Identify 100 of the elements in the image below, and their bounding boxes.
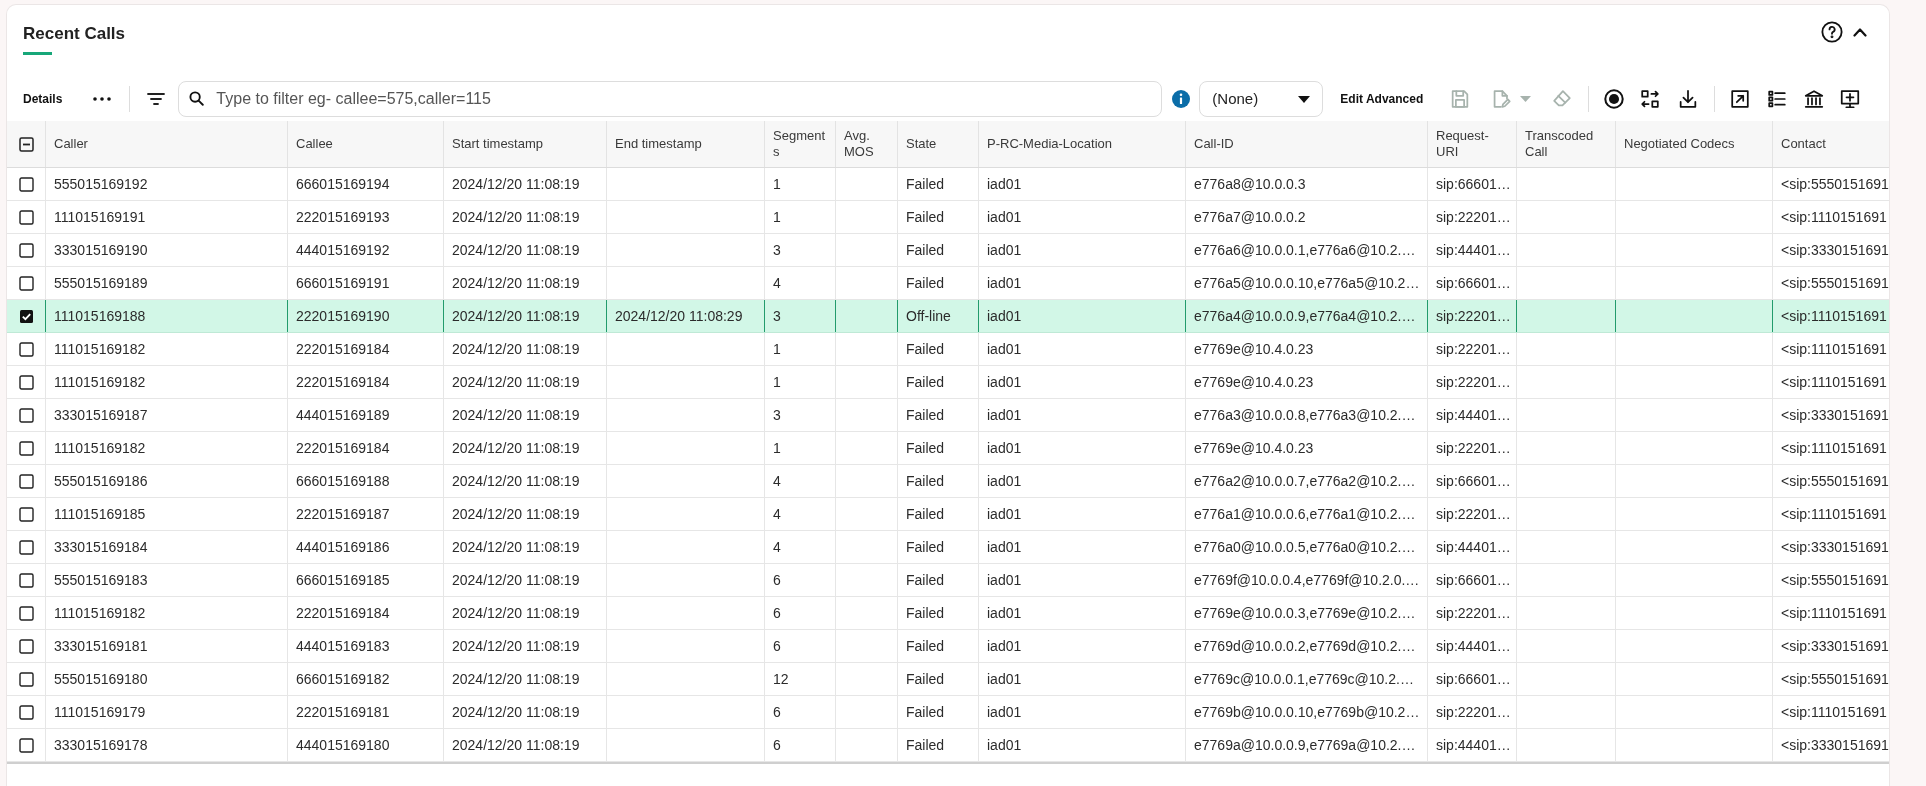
table-cell-text: 333015169181 xyxy=(54,636,148,656)
table-row[interactable]: 555015169183 666015169185 2024/12/20 11:08:19 6 Failed iad01 e7769f@10.0.0.4,e7769f@10.2.0.… sip:66601… <sip:5550151691 xyxy=(7,564,1889,597)
row-checkbox[interactable] xyxy=(18,308,34,324)
table-cell-text: sip:44401… xyxy=(1436,537,1511,557)
table-cell-text: Failed xyxy=(906,669,945,689)
table-cell-text: Failed xyxy=(906,339,945,359)
table-row[interactable]: 111015169182 222015169184 2024/12/20 11:08:19 1 Failed iad01 e7769e@10.4.0.23 sip:22201… <sip:1110151691 xyxy=(7,366,1889,399)
column-header[interactable]: Caller xyxy=(54,136,88,152)
filter-field[interactable]: Type to filter eg- callee=575,caller=115 xyxy=(178,81,1163,117)
table-cell-text: e776a5@10.0.0.10,e776a5@10.2… xyxy=(1194,273,1420,293)
table-row[interactable]: 111015169191 222015169193 2024/12/20 11:08:19 1 Failed iad01 e776a7@10.0.0.2 sip:22201… <sip:1110151691 xyxy=(7,201,1889,234)
help-icon[interactable] xyxy=(1821,21,1843,43)
column-header[interactable]: State xyxy=(906,136,937,152)
table-cell-text: 2024/12/20 11:08:19 xyxy=(452,669,580,689)
row-checkbox[interactable] xyxy=(18,209,34,225)
info-icon[interactable] xyxy=(1172,90,1191,108)
row-checkbox[interactable] xyxy=(18,737,34,753)
column-header[interactable]: Contact xyxy=(1781,136,1826,152)
table-cell-text: iad01 xyxy=(987,636,1022,656)
row-checkbox[interactable] xyxy=(18,539,34,555)
arrow-box-icon xyxy=(1729,88,1752,110)
table-row[interactable]: 555015169192 666015169194 2024/12/20 11:08:19 1 Failed iad01 e776a8@10.0.0.3 sip:66601… <sip:5550151691 xyxy=(7,168,1889,201)
table-cell-text: Failed xyxy=(906,207,945,227)
table-cell-text: iad01 xyxy=(987,537,1022,557)
table-row[interactable]: 555015169180 666015169182 2024/12/20 11:08:19 12 Failed iad01 e7769c@10.0.0.1,e7769c@10.2.… sip:66601… <sip:5550151691 xyxy=(7,663,1889,696)
table-cell-text: 222015169193 xyxy=(296,207,390,227)
table-row[interactable]: 333015169184 444015169186 2024/12/20 11:08:19 4 Failed iad01 e776a0@10.0.0.5,e776a0@10.2.… sip:44401… <sip:3330151691 xyxy=(7,531,1889,564)
table-cell-text: iad01 xyxy=(987,372,1022,392)
column-header[interactable]: Start timestamp xyxy=(452,136,544,152)
table-row[interactable]: 111015169182 222015169184 2024/12/20 11:08:19 1 Failed iad01 e7769e@10.4.0.23 sip:22201… <sip:1110151691 xyxy=(7,432,1889,465)
table-cell-text: iad01 xyxy=(987,669,1022,689)
row-checkbox[interactable] xyxy=(18,341,34,357)
row-checkbox[interactable] xyxy=(18,374,34,390)
row-checkbox[interactable] xyxy=(18,275,34,291)
row-checkbox[interactable] xyxy=(18,176,34,192)
table-cell-text: e776a8@10.0.0.3 xyxy=(1194,174,1306,194)
record-button[interactable] xyxy=(1602,87,1627,111)
column-header[interactable]: Call-ID xyxy=(1194,136,1234,152)
row-checkbox[interactable] xyxy=(18,506,34,522)
table-cell-text: 3 xyxy=(773,306,781,326)
column-header[interactable]: Request-URI xyxy=(1436,128,1508,160)
column-header[interactable]: End timestamp xyxy=(615,136,702,152)
table-cell-text: 2024/12/20 11:08:29 xyxy=(615,306,743,326)
table-cell-text: 111015169182 xyxy=(54,339,146,359)
table-row[interactable]: 333015169187 444015169189 2024/12/20 11:08:19 3 Failed iad01 e776a3@10.0.0.8,e776a3@10.2.… sip:44401… <sip:3330151691 xyxy=(7,399,1889,432)
row-checkbox[interactable] xyxy=(18,671,34,687)
list-icon xyxy=(1766,88,1789,110)
table-row[interactable]: 555015169186 666015169188 2024/12/20 11:08:19 4 Failed iad01 e776a2@10.0.0.7,e776a2@10.2.… sip:66601… <sip:5550151691 xyxy=(7,465,1889,498)
table-cell-text: 2024/12/20 11:08:19 xyxy=(452,504,580,524)
column-header[interactable]: Segments xyxy=(773,128,827,160)
record-icon xyxy=(1603,88,1626,110)
table-cell-text: 444015169192 xyxy=(296,240,390,260)
table-row[interactable]: 333015169178 444015169180 2024/12/20 11:08:19 6 Failed iad01 e7769a@10.0.0.9,e7769a@10.2.… sip:44401… <sip:3330151691 xyxy=(7,729,1889,762)
table-cell-text: 333015169178 xyxy=(54,735,148,755)
column-header[interactable]: Callee xyxy=(296,136,333,152)
column-header[interactable]: Transcoded Call xyxy=(1525,128,1607,160)
table-cell-text: 6 xyxy=(773,735,781,755)
table-cell-text: e776a3@10.0.0.8,e776a3@10.2.… xyxy=(1194,405,1416,425)
row-checkbox[interactable] xyxy=(18,572,34,588)
table-cell-text: <sip:3330151691 xyxy=(1781,537,1889,557)
row-checkbox[interactable] xyxy=(18,407,34,423)
table-row[interactable]: 555015169189 666015169191 2024/12/20 11:08:19 4 Failed iad01 e776a5@10.0.0.10,e776a5@10.2… sip:66601… <sip:5550151691 xyxy=(7,267,1889,300)
column-header[interactable]: Avg. MOS xyxy=(844,128,889,160)
table-cell-text: 2024/12/20 11:08:19 xyxy=(452,273,580,293)
table-cell-text: 222015169190 xyxy=(296,306,390,326)
table-cell-text: e776a0@10.0.0.5,e776a0@10.2.… xyxy=(1194,537,1416,557)
table-cell-text: 555015169192 xyxy=(54,174,148,194)
table-row[interactable]: 333015169181 444015169183 2024/12/20 11:08:19 6 Failed iad01 e7769d@10.0.0.2,e7769d@10.2.… sip:44401… <sip:3330151691 xyxy=(7,630,1889,663)
table-row[interactable]: 111015169179 222015169181 2024/12/20 11:08:19 6 Failed iad01 e7769b@10.0.0.10,e7769b@10.2… sip:22201… <sip:1110151691 xyxy=(7,696,1889,729)
table-row[interactable]: 333015169190 444015169192 2024/12/20 11:08:19 3 Failed iad01 e776a6@10.0.0.1,e776a6@10.2.… sip:44401… <sip:3330151691 xyxy=(7,234,1889,267)
row-checkbox[interactable] xyxy=(18,473,34,489)
table-row[interactable]: 111015169182 222015169184 2024/12/20 11:08:19 6 Failed iad01 e7769e@10.0.0.3,e7769e@10.2.… sip:22201… <sip:1110151691 xyxy=(7,597,1889,630)
column-header[interactable]: Negotiated Codecs xyxy=(1624,136,1735,152)
table-cell-text: e7769c@10.0.0.1,e7769c@10.2.… xyxy=(1194,669,1414,689)
row-checkbox[interactable] xyxy=(18,242,34,258)
caret-down-icon xyxy=(1298,95,1311,103)
table-cell-text: Failed xyxy=(906,570,945,590)
column-header[interactable]: P-RC-Media-Location xyxy=(987,136,1112,152)
table-cell-text: <sip:1110151691 xyxy=(1781,306,1887,326)
table-cell-text: 2024/12/20 11:08:19 xyxy=(452,537,580,557)
table-cell-text: <sip:3330151691 xyxy=(1781,735,1889,755)
table-cell-text: 111015169182 xyxy=(54,603,146,623)
table-row[interactable]: 111015169182 222015169184 2024/12/20 11:08:19 1 Failed iad01 e7769e@10.4.0.23 sip:22201… <sip:1110151691 xyxy=(7,333,1889,366)
table-cell-text: 4 xyxy=(773,471,781,491)
row-checkbox[interactable] xyxy=(18,638,34,654)
table-cell-text: 2024/12/20 11:08:19 xyxy=(452,636,580,656)
row-checkbox[interactable] xyxy=(18,704,34,720)
select-all-checkbox[interactable] xyxy=(18,136,34,152)
edit-advanced-button[interactable]: Edit Advanced xyxy=(1340,90,1424,108)
table-row[interactable]: 111015169185 222015169187 2024/12/20 11:08:19 4 Failed iad01 e776a1@10.0.0.6,e776a1@10.2.… sip:22201… <sip:1110151691 xyxy=(7,498,1889,531)
table-cell-text: iad01 xyxy=(987,570,1022,590)
view-dropdown[interactable]: (None) xyxy=(1199,81,1324,117)
chevron-up-icon[interactable] xyxy=(1853,27,1867,37)
row-checkbox[interactable] xyxy=(18,605,34,621)
table-cell-text: 444015169186 xyxy=(296,537,390,557)
table-cell-text: 1 xyxy=(773,174,781,194)
monitor-plus-icon xyxy=(1839,88,1862,110)
table-cell-text: Failed xyxy=(906,504,945,524)
row-checkbox[interactable] xyxy=(18,440,34,456)
table-row[interactable]: 111015169188 222015169190 2024/12/20 11:08:19 2024/12/20 11:08:29 3 Off-line iad01 e776a4@10.0.0.9,e776a4@10.2.… sip:22201… <sip:1110151691 xyxy=(7,300,1889,333)
